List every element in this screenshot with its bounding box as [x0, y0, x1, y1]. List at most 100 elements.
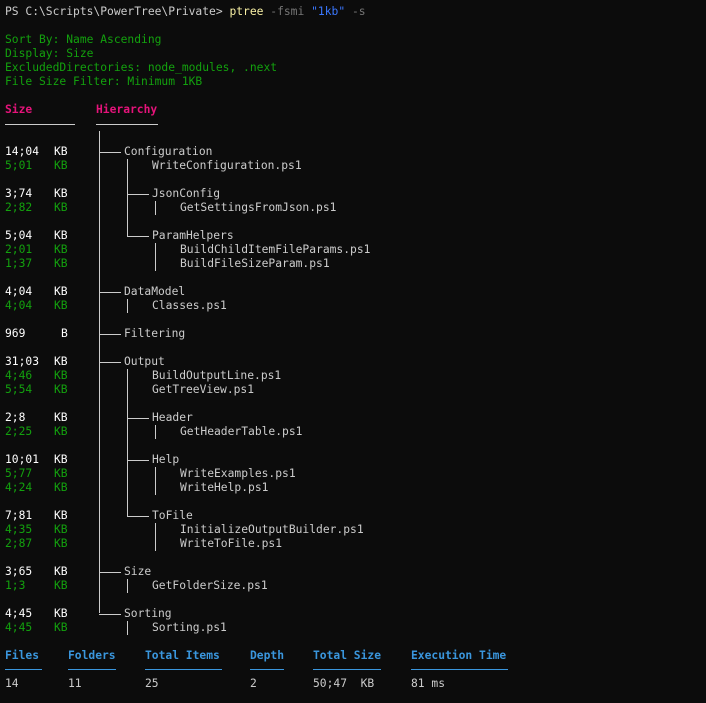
- size-unit: KB: [54, 285, 68, 298]
- size-value: 2;8: [5, 411, 26, 424]
- size-unit: KB: [54, 383, 68, 396]
- folder-name[interactable]: Output: [124, 355, 165, 369]
- subtree-line: [155, 425, 156, 439]
- size-value: 4;35: [5, 523, 33, 536]
- size-value: 10;01: [5, 453, 40, 466]
- param-fsmi: -fsmi: [270, 5, 305, 18]
- setting-display: Display: Size: [5, 47, 94, 60]
- folder-name[interactable]: Help: [152, 453, 179, 467]
- size-unit: KB: [54, 159, 68, 172]
- hierarchy-header-underline: [96, 124, 158, 125]
- folder-name[interactable]: Sorting: [124, 607, 172, 621]
- folder-name[interactable]: Size: [124, 565, 151, 579]
- subtree-line: [127, 369, 128, 517]
- file-name[interactable]: WriteHelp.ps1: [180, 481, 268, 495]
- prompt-path: PS C:\Scripts\PowerTree\Private>: [5, 5, 230, 18]
- size-value: 4;24: [5, 481, 33, 494]
- size-unit: KB: [54, 481, 68, 494]
- size-unit: KB: [54, 565, 68, 578]
- file-name[interactable]: BuildOutputLine.ps1: [152, 369, 281, 383]
- file-name[interactable]: BuildChildItemFileParams.ps1: [180, 243, 370, 257]
- summary-header-underline: [313, 669, 381, 670]
- subtree-line: [127, 621, 128, 635]
- summary-header: Files: [5, 649, 40, 662]
- size-value: 7;81: [5, 509, 33, 522]
- summary-header: Total Size: [313, 649, 382, 662]
- size-unit: KB: [54, 523, 68, 536]
- folder-name[interactable]: ToFile: [152, 509, 193, 523]
- file-name[interactable]: GetSettingsFromJson.ps1: [180, 201, 336, 215]
- branch-line: [127, 460, 149, 461]
- summary-header: Total Items: [145, 649, 220, 662]
- size-header-underline: [5, 124, 75, 125]
- file-name[interactable]: GetFolderSize.ps1: [152, 579, 268, 593]
- size-value: 4;04: [5, 285, 33, 298]
- size-value: 5;77: [5, 467, 33, 480]
- summary-value: 14: [5, 677, 19, 690]
- size-unit: KB: [54, 299, 68, 312]
- summary-header-underline: [145, 669, 222, 670]
- branch-line: [99, 614, 121, 615]
- size-value: 4;46: [5, 369, 33, 382]
- size-value: 2;25: [5, 425, 33, 438]
- tree-trunk-line: [99, 131, 100, 613]
- size-value: 4;04: [5, 299, 33, 312]
- file-name[interactable]: WriteToFile.ps1: [180, 537, 282, 551]
- summary-header: Execution Time: [411, 649, 507, 662]
- subtree-line: [155, 201, 156, 215]
- size-unit: KB: [54, 537, 68, 550]
- subtree-line: [155, 467, 156, 495]
- file-name[interactable]: GetHeaderTable.ps1: [180, 425, 302, 439]
- size-unit: KB: [54, 607, 68, 620]
- folder-name[interactable]: JsonConfig: [152, 187, 220, 201]
- summary-header-underline: [411, 669, 508, 670]
- file-name[interactable]: WriteExamples.ps1: [180, 467, 296, 481]
- file-name[interactable]: Sorting.ps1: [152, 621, 227, 635]
- file-name[interactable]: InitializeOutputBuilder.ps1: [180, 523, 364, 537]
- command-line[interactable]: PS C:\Scripts\PowerTree\Private> ptree -…: [5, 5, 366, 19]
- size-value: 3;65: [5, 565, 33, 578]
- param-s: -s: [351, 5, 366, 18]
- folder-name[interactable]: ParamHelpers: [152, 229, 234, 243]
- subtree-line: [127, 299, 128, 313]
- branch-line: [99, 334, 121, 335]
- size-unit: KB: [54, 243, 68, 256]
- summary-header-underline: [5, 669, 42, 670]
- size-value: 5;54: [5, 383, 33, 396]
- size-unit: KB: [54, 145, 68, 158]
- arg-1kb: "1kb": [311, 5, 346, 18]
- summary-header: Folders: [68, 649, 116, 662]
- subtree-line: [127, 159, 128, 237]
- branch-line: [127, 418, 149, 419]
- subtree-line: [155, 523, 156, 551]
- file-name[interactable]: GetTreeView.ps1: [152, 383, 254, 397]
- file-name[interactable]: Classes.ps1: [152, 299, 227, 313]
- size-value: 2;01: [5, 243, 33, 256]
- summary-header-underline: [250, 669, 284, 670]
- size-unit: KB: [54, 579, 68, 592]
- branch-line: [99, 292, 121, 293]
- file-name[interactable]: WriteConfiguration.ps1: [152, 159, 302, 173]
- size-unit: KB: [54, 453, 68, 466]
- size-unit: KB: [54, 201, 68, 214]
- folder-name[interactable]: Configuration: [124, 145, 212, 159]
- file-name[interactable]: BuildFileSizeParam.ps1: [180, 257, 330, 271]
- folder-name[interactable]: DataModel: [124, 285, 185, 299]
- summary-value: 25: [145, 677, 159, 690]
- summary-value: 2: [250, 677, 257, 690]
- size-value: 4;45: [5, 621, 33, 634]
- folder-name[interactable]: Filtering: [124, 327, 185, 341]
- hierarchy-header: Hierarchy: [96, 103, 158, 116]
- size-unit: KB: [54, 425, 68, 438]
- subtree-line: [127, 579, 128, 593]
- setting-filter: File Size Filter: Minimum 1KB: [5, 75, 203, 88]
- branch-line: [127, 194, 149, 195]
- size-value: 31;03: [5, 355, 40, 368]
- size-value: 2;87: [5, 537, 33, 550]
- summary-value: 81 ms: [411, 677, 446, 690]
- folder-name[interactable]: Header: [152, 411, 193, 425]
- branch-line: [127, 516, 149, 517]
- size-unit: KB: [54, 369, 68, 382]
- summary-value: 11: [68, 677, 82, 690]
- size-unit: KB: [54, 509, 68, 522]
